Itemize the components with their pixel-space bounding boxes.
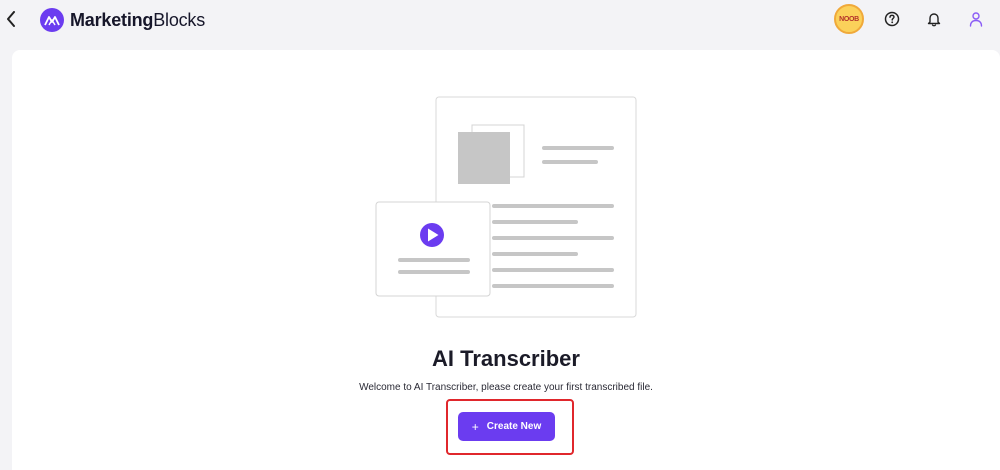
create-new-button[interactable]: + Create New bbox=[458, 412, 555, 441]
notifications-button[interactable] bbox=[920, 5, 948, 33]
user-menu-button[interactable] bbox=[962, 5, 990, 33]
create-new-label: Create New bbox=[486, 421, 542, 432]
brand-name-bold: Marketing bbox=[70, 9, 154, 30]
brand-name-light: Blocks bbox=[153, 9, 206, 30]
logo-icon bbox=[40, 8, 64, 32]
brand-logo[interactable]: MarketingBlocks bbox=[40, 7, 205, 33]
empty-state-illustration bbox=[375, 96, 637, 318]
page-title: AI Transcriber bbox=[432, 346, 580, 371]
rank-badge-text: NOOB bbox=[839, 15, 859, 23]
brand-name: MarketingBlocks bbox=[70, 10, 205, 31]
help-button[interactable] bbox=[878, 5, 906, 33]
plus-icon: + bbox=[471, 419, 479, 434]
top-icons: NOOB bbox=[834, 4, 990, 34]
bell-icon bbox=[927, 13, 941, 27]
top-bar: MarketingBlocks NOOB bbox=[0, 0, 1000, 42]
back-button[interactable] bbox=[0, 7, 22, 31]
user-icon bbox=[969, 12, 983, 27]
rank-badge[interactable]: NOOB bbox=[834, 4, 864, 34]
back-chevron-icon bbox=[7, 11, 15, 27]
page-subtitle: Welcome to AI Transcriber, please create… bbox=[359, 382, 653, 393]
help-icon bbox=[884, 11, 900, 27]
main-card: AI Transcriber Welcome to AI Transcriber… bbox=[12, 50, 1000, 470]
